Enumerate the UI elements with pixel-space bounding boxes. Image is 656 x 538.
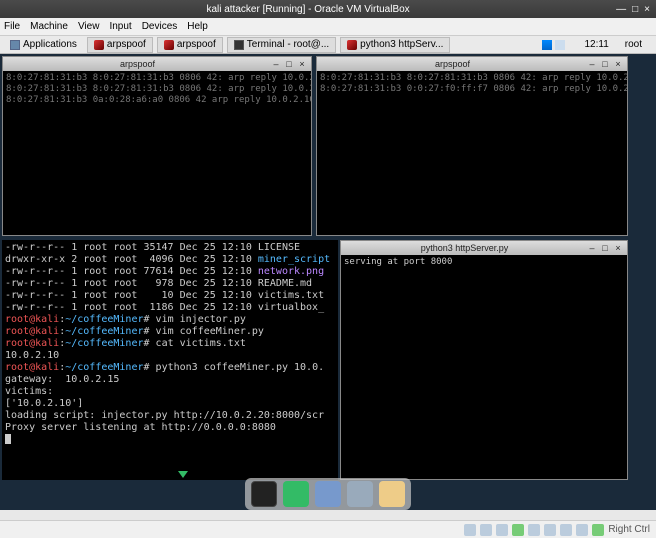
terminal-title: arpspoof (321, 59, 584, 69)
vbox-titlebar: kali attacker [Running] - Oracle VM Virt… (0, 0, 656, 18)
maximize-button[interactable]: □ (632, 4, 638, 15)
guest-panel: Applications arpspoof arpspoof Terminal … (0, 36, 656, 54)
xterm-icon (94, 40, 104, 50)
user-label: root (625, 39, 642, 50)
taskbar-label: python3 httpServ... (360, 39, 443, 50)
dock-terminal-icon[interactable] (251, 481, 277, 507)
menu-help[interactable]: Help (187, 21, 208, 32)
dock-indicator-icon (178, 471, 188, 478)
taskbar-label: Terminal - root@... (247, 39, 329, 50)
close-icon[interactable]: × (297, 59, 307, 69)
dock-notes-icon[interactable] (379, 481, 405, 507)
dock-editor-icon[interactable] (347, 481, 373, 507)
taskbar-item-python[interactable]: python3 httpServ... (340, 37, 450, 53)
terminal-output: 8:0:27:81:31:b3 8:0:27:81:31:b3 0806 42:… (317, 71, 627, 235)
terminal-title: python3 httpServer.py (345, 243, 584, 253)
dock-files-icon[interactable] (315, 481, 341, 507)
minimize-button[interactable]: — (616, 4, 626, 15)
terminal-arpspoof-left[interactable]: arpspoof – □ × 8:0:27:81:31:b3 8:0:27:81… (2, 56, 312, 236)
vbox-menubar: File Machine View Input Devices Help (0, 18, 656, 36)
clock-label: 12:11 (584, 39, 608, 50)
vbox-shared-icon[interactable] (544, 524, 556, 536)
vbox-display-icon[interactable] (560, 524, 572, 536)
vbox-record-icon[interactable] (576, 524, 588, 536)
minimize-icon[interactable]: – (587, 243, 597, 253)
menu-input[interactable]: Input (109, 21, 131, 32)
menu-file[interactable]: File (4, 21, 20, 32)
terminal-titlebar[interactable]: arpspoof – □ × (317, 57, 627, 71)
menu-view[interactable]: View (78, 21, 100, 32)
vbox-title: kali attacker [Running] - Oracle VM Virt… (6, 4, 610, 15)
terminal-root-main[interactable]: -rw-r--r-- 1 root root 35147 Dec 25 12:1… (2, 240, 338, 480)
minimize-icon[interactable]: – (271, 59, 281, 69)
vbox-statusbar: Right Ctrl (0, 520, 656, 538)
terminal-output: serving at port 8000 (341, 255, 627, 479)
applications-icon (10, 40, 20, 50)
close-button[interactable]: × (644, 4, 650, 15)
minimize-icon[interactable]: – (587, 59, 597, 69)
close-icon[interactable]: × (613, 59, 623, 69)
xterm-icon (164, 40, 174, 50)
maximize-icon[interactable]: □ (600, 59, 610, 69)
terminal-output: -rw-r--r-- 1 root root 35147 Dec 25 12:1… (2, 240, 338, 480)
cursor (5, 434, 11, 444)
guest-desktop: arpspoof – □ × 8:0:27:81:31:b3 8:0:27:81… (0, 54, 656, 510)
terminal-title: arpspoof (7, 59, 268, 69)
vbox-usb-icon[interactable] (528, 524, 540, 536)
terminal-arpspoof-right[interactable]: arpspoof – □ × 8:0:27:81:31:b3 8:0:27:81… (316, 56, 628, 236)
taskbar-label: arpspoof (177, 39, 216, 50)
vbox-mouse-icon[interactable] (592, 524, 604, 536)
workspace-icon (542, 40, 552, 50)
applications-label: Applications (23, 39, 77, 50)
workspace-icon (555, 40, 565, 50)
maximize-icon[interactable]: □ (600, 243, 610, 253)
terminal-icon (234, 40, 244, 50)
dock (245, 478, 411, 510)
terminal-output: 8:0:27:81:31:b3 8:0:27:81:31:b3 0806 42:… (3, 71, 311, 235)
taskbar-label: arpspoof (107, 39, 146, 50)
vbox-hostkey-label: Right Ctrl (608, 524, 650, 535)
menu-devices[interactable]: Devices (142, 21, 178, 32)
close-icon[interactable]: × (613, 243, 623, 253)
applications-menu[interactable]: Applications (4, 37, 83, 53)
taskbar-item-terminal[interactable]: Terminal - root@... (227, 37, 336, 53)
workspace-switcher[interactable] (536, 37, 574, 53)
vbox-disk-icon[interactable] (464, 524, 476, 536)
taskbar-item-arpspoof-1[interactable]: arpspoof (87, 37, 153, 53)
dock-app-icon[interactable] (283, 481, 309, 507)
menu-machine[interactable]: Machine (30, 21, 68, 32)
maximize-icon[interactable]: □ (284, 59, 294, 69)
terminal-httpserver[interactable]: python3 httpServer.py – □ × serving at p… (340, 240, 628, 480)
terminal-titlebar[interactable]: arpspoof – □ × (3, 57, 311, 71)
vbox-optical-icon[interactable] (480, 524, 492, 536)
taskbar-item-arpspoof-2[interactable]: arpspoof (157, 37, 223, 53)
user-menu[interactable]: root (619, 37, 648, 53)
clock[interactable]: 12:11 (578, 37, 614, 53)
vbox-audio-icon[interactable] (496, 524, 508, 536)
terminal-titlebar[interactable]: python3 httpServer.py – □ × (341, 241, 627, 255)
xterm-icon (347, 40, 357, 50)
vbox-network-icon[interactable] (512, 524, 524, 536)
